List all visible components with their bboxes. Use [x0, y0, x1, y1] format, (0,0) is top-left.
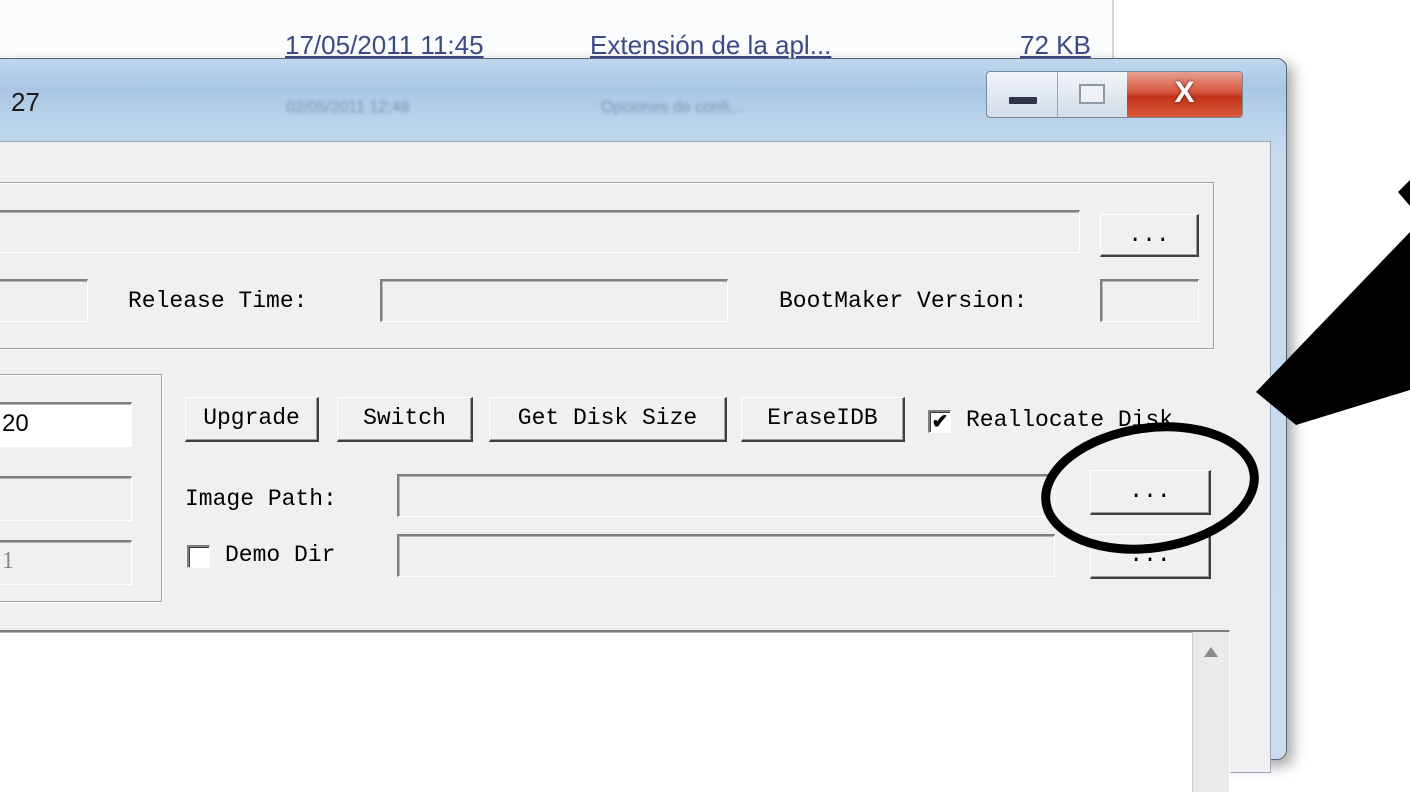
log-scrollbar[interactable] — [1192, 632, 1229, 792]
checkmark-icon: ✔ — [931, 411, 949, 433]
firmware-path-field[interactable] — [0, 210, 1080, 253]
image-path-label: Image Path: — [185, 486, 337, 512]
firmware-browse-button[interactable]: ... — [1100, 214, 1199, 257]
caption-buttons: X — [986, 71, 1243, 118]
image-path-field[interactable] — [397, 474, 1055, 517]
erase-idb-button[interactable]: EraseIDB — [741, 397, 905, 442]
firmware-info-group — [0, 182, 1214, 349]
release-time-field — [380, 279, 728, 322]
minimize-button[interactable] — [987, 72, 1058, 117]
device-field-3: 1 — [0, 540, 132, 585]
bootmaker-version-field — [1100, 279, 1199, 322]
file-date: 17/05/2011 11:45 — [285, 30, 484, 60]
device-field-1[interactable]: 20 — [0, 402, 132, 447]
reallocate-disk-checkbox[interactable]: ✔ — [928, 410, 951, 433]
tool-window: 27 02/05/2011 12:48 Opciones de confi...… — [0, 58, 1287, 793]
demo-dir-browse-button[interactable]: ... — [1090, 534, 1211, 579]
maximize-icon — [1079, 84, 1105, 104]
ghost-type: Opciones de confi... — [601, 99, 743, 116]
demo-dir-label: Demo Dir — [225, 542, 336, 568]
close-button[interactable]: X — [1127, 72, 1242, 117]
close-icon: X — [1174, 76, 1195, 109]
file-size: 72 KB — [1020, 30, 1091, 60]
demo-dir-checkbox[interactable] — [187, 545, 210, 568]
switch-button[interactable]: Switch — [337, 397, 473, 442]
log-textarea[interactable] — [0, 630, 1230, 793]
reallocate-disk-label: Reallocate Disk — [966, 407, 1174, 433]
image-path-browse-button[interactable]: ... — [1090, 470, 1211, 515]
file-type: Extensión de la apl... — [590, 30, 832, 60]
ghost-date: 02/05/2011 12:48 — [286, 99, 410, 116]
get-disk-size-button[interactable]: Get Disk Size — [489, 397, 727, 442]
minimize-icon — [1009, 97, 1037, 104]
upgrade-button[interactable]: Upgrade — [185, 397, 319, 442]
dialog-client-area: ... Release Time: BootMaker Version: 20 … — [0, 141, 1271, 793]
demo-dir-field[interactable] — [397, 534, 1055, 577]
device-field-2 — [0, 476, 132, 521]
arrow-head — [1398, 180, 1410, 206]
scroll-up-arrow-icon[interactable] — [1203, 646, 1219, 658]
release-time-label: Release Time: — [128, 288, 308, 314]
bootmaker-version-label: BootMaker Version: — [779, 288, 1028, 314]
background-explorer-window: 17/05/2011 11:45 Extensión de la apl... … — [0, 0, 1114, 62]
window-title: 27 — [11, 87, 40, 117]
firmware-version-field — [0, 279, 88, 322]
maximize-button[interactable] — [1057, 72, 1128, 117]
